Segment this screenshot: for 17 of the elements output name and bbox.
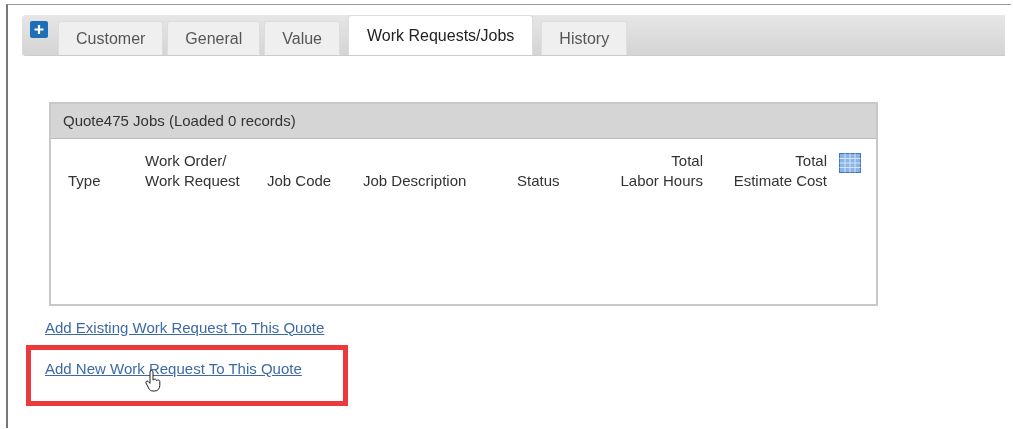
column-header[interactable]: Total Estimate Cost — [703, 151, 827, 191]
grid-title: Quote475 Jobs (Loaded 0 records) — [51, 104, 876, 139]
link[interactable]: Add New Work Request To This Quote — [45, 360, 302, 377]
column-chooser-icon[interactable] — [839, 153, 861, 173]
link[interactable]: Add Existing Work Request To This Quote — [45, 318, 325, 336]
tab[interactable]: Customer — [58, 21, 164, 55]
column-header[interactable]: Status — [517, 171, 587, 191]
add-icon[interactable] — [30, 21, 48, 38]
tab[interactable]: Work Requests/Jobs — [348, 15, 534, 55]
tab[interactable]: Value — [264, 21, 340, 55]
column-header[interactable]: Total Labor Hours — [587, 151, 703, 191]
column-header[interactable]: Job Description — [363, 171, 517, 191]
column-header[interactable]: Work Order/ Work Request — [145, 151, 267, 191]
tab[interactable]: General — [167, 21, 261, 55]
column-header[interactable]: Type — [68, 171, 145, 191]
tab[interactable]: History — [541, 21, 628, 55]
column-header[interactable]: Job Code — [267, 171, 363, 191]
